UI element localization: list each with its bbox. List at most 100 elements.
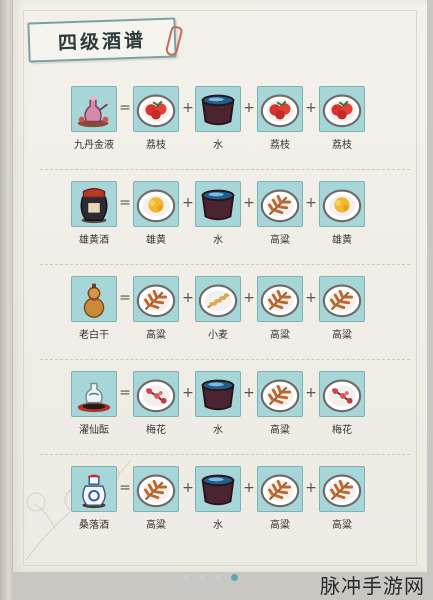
realgar-icon [133, 181, 179, 227]
product-label: 桑落酒 [79, 520, 109, 531]
page-dot[interactable] [199, 574, 206, 581]
ingredient-label: 高粱 [270, 235, 290, 246]
wine-jar-icon [71, 181, 117, 227]
plus-sign: + [243, 385, 255, 401]
sorghum-icon [257, 466, 303, 512]
ingredient-slot[interactable]: 高粱 [256, 276, 304, 348]
ingredient-label: 梅花 [332, 425, 352, 436]
plus-sign: + [243, 290, 255, 306]
recipe-product-slot[interactable]: 雄黄酒 [70, 181, 118, 253]
ingredient-slot[interactable]: 水 [194, 181, 242, 253]
plus-sign: + [243, 195, 255, 211]
ingredient-slot[interactable]: 梅花 [318, 371, 366, 443]
ingredient-slot[interactable]: 水 [194, 371, 242, 443]
ingredient-slot[interactable]: 雄黄 [132, 181, 180, 253]
ingredient-slot[interactable]: 高粱 [132, 466, 180, 538]
product-label: 老白干 [79, 330, 109, 341]
watermark: 脉冲手游网 [320, 574, 425, 598]
ingredient-slot[interactable]: 雄黄 [318, 181, 366, 253]
recipe-product-slot[interactable]: 老白干 [70, 276, 118, 348]
lychee-icon [319, 86, 365, 132]
ingredient-slot[interactable]: 荔枝 [256, 86, 304, 158]
plus-sign: + [305, 290, 317, 306]
realgar-icon [319, 181, 365, 227]
ingredient-slot[interactable]: 高粱 [256, 181, 304, 253]
plus-sign: + [305, 100, 317, 116]
page-title: 四级酒谱 [57, 28, 147, 55]
ingredient-slot[interactable]: 高粱 [132, 276, 180, 348]
ingredient-slot[interactable]: 荔枝 [132, 86, 180, 158]
ingredient-label: 高粱 [332, 330, 352, 341]
ingredient-label: 高粱 [270, 330, 290, 341]
recipe-row: 雄黄酒 雄黄 水 高粱 雄黄 = + + + [66, 181, 376, 253]
recipe-row: 桑落酒 高粱 水 高粱 高粱 = + + + [66, 466, 376, 538]
water-bowl-icon [195, 181, 241, 227]
ingredient-slot[interactable]: 高粱 [256, 466, 304, 538]
product-label: 九丹金液 [74, 140, 114, 151]
ingredient-label: 高粱 [332, 520, 352, 531]
product-label: 雄黄酒 [79, 235, 109, 246]
row-divider [40, 454, 410, 455]
blue-jar-icon [71, 466, 117, 512]
ingredient-label: 高粱 [146, 330, 166, 341]
ingredient-slot[interactable]: 小麦 [194, 276, 242, 348]
ingredient-label: 高粱 [270, 520, 290, 531]
sorghum-icon [257, 181, 303, 227]
plum-blossom-icon [133, 371, 179, 417]
plus-sign: + [182, 195, 194, 211]
water-bowl-icon [195, 466, 241, 512]
ingredient-label: 水 [213, 520, 223, 531]
equals-sign: = [119, 480, 131, 496]
sorghum-icon [257, 371, 303, 417]
ingredient-slot[interactable]: 高粱 [318, 466, 366, 538]
page-dot[interactable] [215, 574, 222, 581]
ingredient-label: 高粱 [270, 425, 290, 436]
recipe-book: 四级酒谱 九丹金液 荔枝水荔枝 荔枝 = + + + 雄黄酒 雄黄水高粱 雄黄 = + + + 老白干 高粱小… [0, 0, 433, 600]
recipe-row: 九丹金液 荔枝 水 荔枝 荔枝 = + + + [66, 86, 376, 158]
sorghum-icon [319, 466, 365, 512]
water-bowl-icon [195, 371, 241, 417]
ingredient-slot[interactable]: 水 [194, 86, 242, 158]
water-bowl-icon [195, 86, 241, 132]
sorghum-icon [133, 466, 179, 512]
ingredient-label: 水 [213, 235, 223, 246]
sorghum-icon [319, 276, 365, 322]
lychee-icon [257, 86, 303, 132]
sorghum-icon [133, 276, 179, 322]
plus-sign: + [243, 100, 255, 116]
ingredient-label: 荔枝 [146, 140, 166, 151]
ingredient-slot[interactable]: 高粱 [256, 371, 304, 443]
recipe-product-slot[interactable]: 桑落酒 [70, 466, 118, 538]
equals-sign: = [119, 290, 131, 306]
plus-sign: + [182, 480, 194, 496]
ingredient-slot[interactable]: 高粱 [318, 276, 366, 348]
page-indicator [183, 574, 238, 581]
ingredient-slot[interactable]: 水 [194, 466, 242, 538]
plus-sign: + [305, 195, 317, 211]
recipe-product-slot[interactable]: 濯仙酝 [70, 371, 118, 443]
plus-sign: + [305, 385, 317, 401]
ingredient-label: 水 [213, 140, 223, 151]
equals-sign: = [119, 100, 131, 116]
ingredient-label: 高粱 [146, 520, 166, 531]
page-dot[interactable] [183, 574, 190, 581]
ingredient-label: 梅花 [146, 425, 166, 436]
page-title-tag: 四级酒谱 [27, 17, 177, 63]
ingredient-label: 荔枝 [332, 140, 352, 151]
plus-sign: + [182, 100, 194, 116]
ingredient-label: 小麦 [208, 330, 228, 341]
gourd-icon [71, 276, 117, 322]
elixir-vase-icon [71, 86, 117, 132]
page-dot[interactable] [231, 574, 238, 581]
ingredient-slot[interactable]: 梅花 [132, 371, 180, 443]
product-label: 濯仙酝 [79, 425, 109, 436]
recipe-product-slot[interactable]: 九丹金液 [70, 86, 118, 158]
row-divider [40, 169, 410, 170]
wheat-icon [195, 276, 241, 322]
plus-sign: + [182, 290, 194, 306]
ingredient-label: 水 [213, 425, 223, 436]
ingredient-slot[interactable]: 荔枝 [318, 86, 366, 158]
ingredient-label: 雄黄 [332, 235, 352, 246]
recipe-row: 濯仙酝 梅花 水 高粱 梅花 = + + + [66, 371, 376, 443]
ingredient-label: 荔枝 [270, 140, 290, 151]
